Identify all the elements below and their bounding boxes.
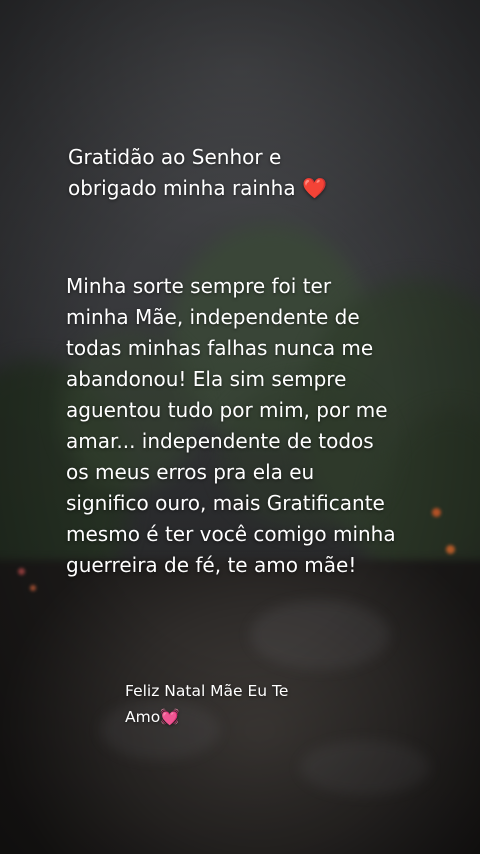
message-text: Minha sorte sempre foi ter minha Mãe, in… (66, 274, 396, 577)
heading-text-content: Gratidão ao Senhor e obrigado minha rain… (68, 145, 296, 200)
closing-text: Feliz Natal Mãe Eu Te Amo💓 (125, 678, 365, 730)
beating-heart-icon: 💓 (160, 708, 180, 726)
heading-text: Gratidão ao Senhor e obrigado minha rain… (68, 142, 408, 204)
closing-text-content: Feliz Natal Mãe Eu Te Amo (125, 682, 289, 726)
red-heart-icon: ❤️ (301, 176, 327, 200)
